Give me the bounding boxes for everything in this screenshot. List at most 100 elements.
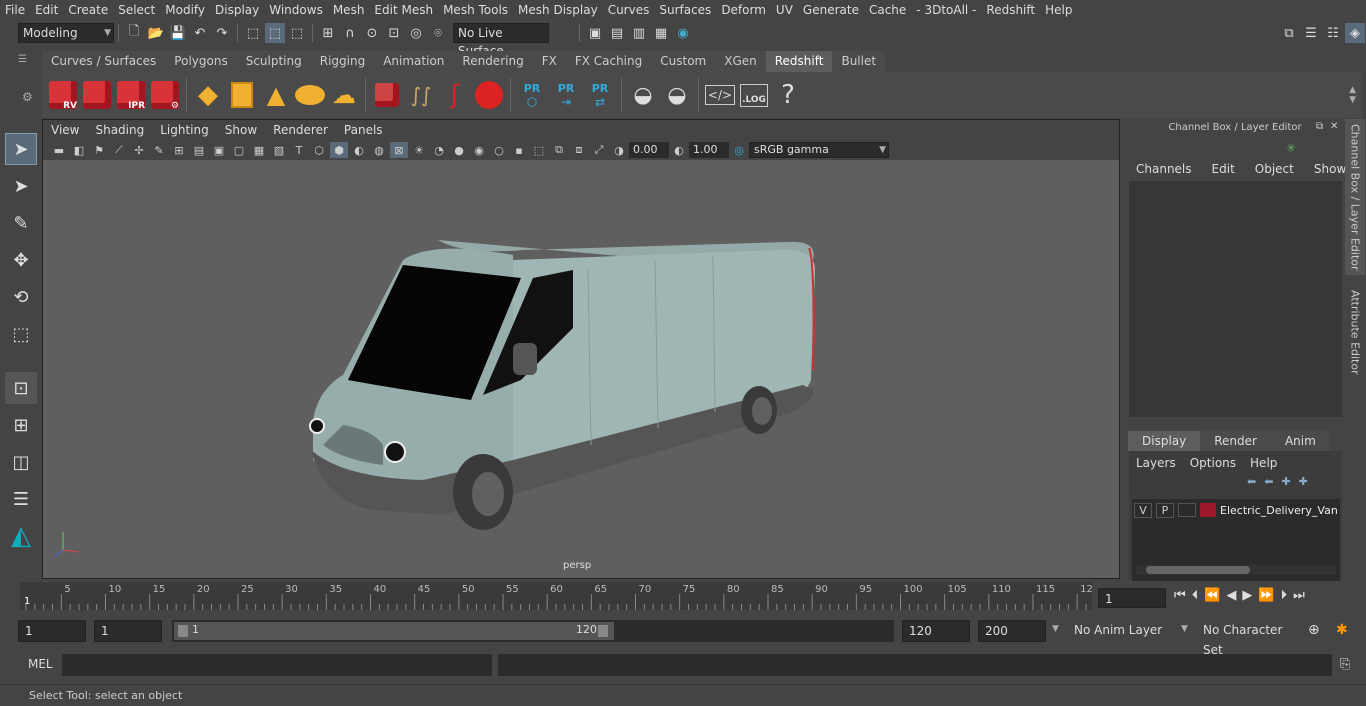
shelf-tab-curves-surfaces[interactable]: Curves / Surfaces <box>42 51 166 72</box>
shelf-tab-bullet[interactable]: Bullet <box>832 51 886 72</box>
shelf-tab-fx-caching[interactable]: FX Caching <box>565 51 652 72</box>
viewport-panel[interactable]: View Shading Lighting Show Renderer Panels ▬ … <box>42 119 1120 579</box>
menu-windows[interactable]: Windows <box>264 0 328 20</box>
play-forward-icon[interactable]: ▶ <box>1242 588 1252 603</box>
two-d-pan-icon[interactable]: ✢ <box>130 142 148 158</box>
pr-button-2[interactable]: PR ⇥ <box>550 77 582 113</box>
side-tab-attribute-editor[interactable]: Attribute Editor <box>1345 282 1365 382</box>
xray-icon[interactable]: ⊠ <box>390 142 408 158</box>
script-editor-button[interactable]: </> <box>704 77 736 113</box>
range-end-field[interactable]: 200 <box>978 620 1046 642</box>
play-back-icon[interactable]: ◀ <box>1226 588 1236 603</box>
default-material-icon[interactable]: ◐ <box>350 142 368 158</box>
shelf-tab-xgen[interactable]: XGen <box>715 51 766 72</box>
colorspace-dropdown[interactable]: sRGB gamma ▼ <box>749 142 889 158</box>
viewport-menu-renderer[interactable]: Renderer <box>265 123 336 137</box>
range-handle-right[interactable] <box>598 625 608 637</box>
camera-attr-icon[interactable]: ◧ <box>70 142 88 158</box>
current-frame-field[interactable]: 1 <box>1098 588 1166 608</box>
viewport-menu-panels[interactable]: Panels <box>336 123 391 137</box>
ao-icon[interactable]: ● <box>450 142 468 158</box>
hud-icon[interactable]: ⤢ <box>590 142 608 158</box>
menu-mesh[interactable]: Mesh <box>328 0 370 20</box>
gamma-icon[interactable]: ◐ <box>670 142 688 158</box>
auto-key-icon[interactable]: ⊕ <box>1308 622 1320 638</box>
go-to-start-icon[interactable]: ⏮ <box>1174 588 1186 603</box>
redshift-settings-button[interactable]: ⚙ <box>149 77 181 113</box>
hypershade-icon[interactable]: ◉ <box>673 23 693 43</box>
rotate-tool-button[interactable]: ⟲ <box>5 281 37 313</box>
scrollbar-thumb[interactable] <box>1146 566 1250 574</box>
menu-deform[interactable]: Deform <box>716 0 771 20</box>
safe-title-icon[interactable]: T <box>290 142 308 158</box>
bake-button-2[interactable]: ◒ <box>661 77 693 113</box>
move-layer-down-icon[interactable]: ⬅ <box>1264 475 1273 488</box>
lasso-tool-button[interactable]: ➤ <box>5 170 37 202</box>
menu-edit[interactable]: Edit <box>30 0 63 20</box>
workspace-selector[interactable]: Modeling ▼ <box>18 23 114 43</box>
xray-active-icon[interactable]: ⧈ <box>570 142 588 158</box>
close-icon[interactable]: ✕ <box>1330 121 1338 132</box>
shelf-tab-custom[interactable]: Custom <box>651 51 716 72</box>
redshift-volume-button[interactable] <box>371 77 403 113</box>
color-management-icon[interactable]: ◎ <box>730 142 748 158</box>
mel-label[interactable]: MEL <box>28 657 53 671</box>
menu-generate[interactable]: Generate <box>798 0 864 20</box>
menu-display[interactable]: Display <box>210 0 264 20</box>
undo-icon[interactable]: ↶ <box>190 23 210 43</box>
attribute-editor-icon[interactable]: ☰ <box>1301 23 1321 43</box>
xray-joints-icon[interactable]: ⧉ <box>550 142 568 158</box>
wireframe-icon[interactable]: ⬡ <box>310 142 328 158</box>
isolate-icon[interactable]: ⬚ <box>530 142 548 158</box>
chevron-down-icon[interactable]: ▼ <box>1052 624 1059 634</box>
resolution-gate-icon[interactable]: ▣ <box>210 142 228 158</box>
gamma-field[interactable]: 1.00 <box>689 142 729 158</box>
dof-icon[interactable]: ▪ <box>510 142 528 158</box>
snap-vertex-icon[interactable]: ⌾ <box>428 23 448 43</box>
layer-display-type[interactable] <box>1178 503 1196 517</box>
menu-edit-mesh[interactable]: Edit Mesh <box>369 0 438 20</box>
tab-anim[interactable]: Anim <box>1270 431 1330 451</box>
exposure-field[interactable]: 0.00 <box>629 142 669 158</box>
gate-mask-icon[interactable]: ▢ <box>230 142 248 158</box>
float-icon[interactable]: ⧉ <box>1316 121 1323 132</box>
anim-layer-dropdown[interactable]: No Anim Layer <box>1068 620 1180 642</box>
time-slider[interactable]: 5 10 15 20 25 30 35 40 45 50 55 60 65 70 75 80 85 90 95 100… <box>20 582 1093 610</box>
new-layer-icon[interactable]: ✚ <box>1281 475 1290 488</box>
channel-list[interactable] <box>1129 181 1342 417</box>
menu-surfaces[interactable]: Surfaces <box>654 0 716 20</box>
menu-mesh-tools[interactable]: Mesh Tools <box>438 0 513 20</box>
redshift-ipr-button[interactable]: IPR <box>115 77 147 113</box>
bake-button-1[interactable]: ◒ <box>627 77 659 113</box>
step-back-icon[interactable]: ⏴ <box>1192 588 1199 603</box>
menu--3dtoall-[interactable]: - 3DtoAll - <box>911 0 981 20</box>
log-button[interactable]: .LOG <box>738 77 770 113</box>
smooth-shade-icon[interactable]: ⬢ <box>330 142 348 158</box>
paint-select-button[interactable]: ✎ <box>5 207 37 239</box>
select-object-icon[interactable]: ⬚ <box>265 23 285 43</box>
ipr-render-icon[interactable]: ▥ <box>629 23 649 43</box>
pr-button-1[interactable]: PR ⬡ <box>516 77 548 113</box>
anim-prefs-icon[interactable]: ✱ <box>1336 622 1348 638</box>
viewport-menu-show[interactable]: Show <box>217 123 265 137</box>
playback-end-field[interactable]: 120 <box>902 620 970 642</box>
side-tab-channel-box[interactable]: Channel Box / Layer Editor <box>1345 119 1365 275</box>
move-layer-up-icon[interactable]: ⬅ <box>1247 475 1256 488</box>
modeling-toolkit-icon[interactable]: ⧉ <box>1279 23 1299 43</box>
layer-menu-options[interactable]: Options <box>1183 453 1243 473</box>
range-slider-bar[interactable]: 1 120 <box>174 622 614 640</box>
layer-playback-toggle[interactable]: P <box>1156 502 1174 518</box>
channel-box-icon[interactable]: ◈ <box>1345 23 1365 43</box>
tab-render[interactable]: Render <box>1200 431 1271 451</box>
new-scene-icon[interactable]: 🗋 <box>124 23 144 43</box>
textured-icon[interactable]: ◍ <box>370 142 388 158</box>
layer-visibility-toggle[interactable]: V <box>1134 502 1152 518</box>
redshift-curve-button[interactable]: ʃ <box>439 77 471 113</box>
save-scene-icon[interactable]: 💾 <box>168 23 188 43</box>
scale-tool-button[interactable]: ⬚ <box>5 318 37 350</box>
layer-color-swatch[interactable] <box>1200 503 1216 517</box>
menu-select[interactable]: Select <box>113 0 160 20</box>
character-set-dropdown[interactable]: No Character Set <box>1197 620 1301 657</box>
grid-icon[interactable]: ⊞ <box>170 142 188 158</box>
exposure-icon[interactable]: ◑ <box>610 142 628 158</box>
